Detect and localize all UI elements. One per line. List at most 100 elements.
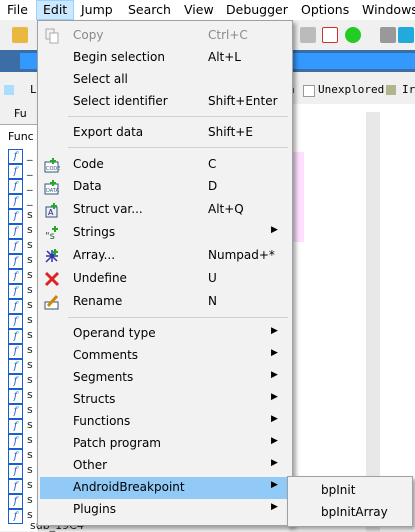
function-row[interactable]: fs [8, 478, 38, 494]
function-name: s [27, 223, 33, 236]
function-row[interactable]: fs [8, 283, 38, 299]
breakpoint-icon[interactable] [322, 27, 338, 43]
rename-icon [44, 294, 60, 310]
function-row[interactable]: f _ [8, 178, 38, 194]
menu-item-select-identifier[interactable]: Select identifier Shift+Enter [40, 91, 290, 113]
submenu-arrow-icon: ▶ [271, 370, 278, 380]
functions-tab[interactable]: Fu [0, 104, 38, 125]
function-name: s [27, 433, 33, 446]
menu-item-label: Patch program [73, 436, 161, 450]
menu-file[interactable]: File [7, 0, 28, 20]
menu-item-plugins[interactable]: Plugins ▶ [40, 499, 290, 521]
menu-item-select-all[interactable]: Select all [40, 69, 290, 91]
function-row[interactable]: fs [8, 268, 38, 284]
function-row[interactable]: f _ [8, 163, 38, 179]
menu-jump[interactable]: Jump [81, 0, 113, 20]
menu-item-label: Select identifier [73, 94, 168, 108]
toolbar-icon[interactable] [300, 27, 316, 43]
menu-item-shortcut: D [208, 179, 218, 193]
menu-item-structs[interactable]: Structs ▶ [40, 389, 290, 411]
functions-header: Func [8, 130, 34, 143]
function-row[interactable]: fs [8, 343, 38, 359]
undefine-icon [44, 271, 60, 287]
menu-item-shortcut: Alt+L [208, 50, 241, 64]
menu-item-operand-type[interactable]: Operand type ▶ [40, 323, 290, 345]
submenu-arrow-icon: ▶ [271, 436, 278, 446]
menu-separator [68, 147, 288, 148]
menu-item-comments[interactable]: Comments ▶ [40, 345, 290, 367]
menu-options[interactable]: Options [301, 0, 349, 20]
function-icon: f [8, 224, 23, 239]
function-row[interactable]: fs [8, 493, 38, 509]
function-row[interactable]: fs [8, 208, 38, 224]
function-icon: f [8, 329, 23, 344]
function-row[interactable]: fs [8, 298, 38, 314]
menu-view[interactable]: View [184, 0, 214, 20]
menu-item-rename[interactable]: Rename N [40, 291, 290, 313]
menu-item-data[interactable]: DATA Data D [40, 176, 290, 198]
submenu-arrow-icon: ▶ [271, 502, 278, 512]
menu-item-strings[interactable]: "s Strings ▶ [40, 222, 290, 244]
function-name: s [27, 238, 33, 251]
legend-swatch [386, 85, 396, 95]
legend-label: Ir [402, 83, 415, 96]
function-row[interactable]: fs [8, 253, 38, 269]
menu-item-label: Segments [73, 370, 134, 384]
function-row[interactable]: fs [8, 463, 38, 479]
scrollbar[interactable] [366, 112, 380, 532]
menu-search[interactable]: Search [128, 0, 171, 20]
function-row[interactable]: fs [8, 433, 38, 449]
menu-item-patch-program[interactable]: Patch program ▶ [40, 433, 290, 455]
function-name: s [27, 463, 33, 476]
function-icon: f [8, 494, 23, 509]
menu-item-export-data[interactable]: Export data Shift+E [40, 122, 290, 144]
menu-item-label: Rename [73, 294, 123, 308]
strings-icon: "s [44, 225, 60, 242]
function-row[interactable]: fs [8, 313, 38, 329]
toolbar-icon[interactable] [398, 27, 414, 43]
function-name: s [27, 253, 33, 266]
function-icon: f [8, 434, 23, 449]
start-process-icon[interactable] [345, 27, 361, 43]
open-file-icon[interactable] [12, 27, 28, 43]
menu-item-code[interactable]: CODE Code C [40, 154, 290, 176]
function-row[interactable]: fs [8, 328, 38, 344]
function-icon: f [8, 284, 23, 299]
function-icon: f [8, 389, 23, 404]
function-icon: f [8, 194, 23, 209]
submenu-arrow-icon: ▶ [271, 348, 278, 358]
function-icon: f [8, 419, 23, 434]
menu-item-segments[interactable]: Segments ▶ [40, 367, 290, 389]
menu-item-other[interactable]: Other ▶ [40, 455, 290, 477]
menu-item-functions[interactable]: Functions ▶ [40, 411, 290, 433]
function-row[interactable]: f _ [8, 148, 38, 164]
function-row[interactable]: f _ [8, 193, 38, 209]
menu-edit[interactable]: Edit [36, 0, 74, 20]
menu-windows[interactable]: Windows [362, 0, 415, 20]
submenu-arrow-icon: ▶ [271, 458, 278, 468]
function-row[interactable]: fs [8, 223, 38, 239]
menu-item-androidbreakpoint[interactable]: AndroidBreakpoint ▶ [40, 477, 290, 499]
menu-item-label: Structs [73, 392, 116, 406]
legend-swatch [303, 85, 315, 97]
menu-item-begin-selection[interactable]: Begin selection Alt+L [40, 47, 290, 69]
function-row[interactable]: fs [8, 418, 38, 434]
menu-item-bpinit[interactable]: bpInit [290, 480, 410, 502]
toolbar-icon[interactable] [380, 27, 396, 43]
menu-item-struct-var[interactable]: A Struct var... Alt+Q [40, 199, 290, 221]
function-icon: f [8, 464, 23, 479]
menu-item-bpinitarray[interactable]: bpInitArray [290, 502, 410, 524]
function-row[interactable]: fs [8, 388, 38, 404]
function-row[interactable]: fs [8, 373, 38, 389]
menu-item-label: Other [73, 458, 108, 472]
function-row[interactable]: fs [8, 448, 38, 464]
menu-debugger[interactable]: Debugger [226, 0, 288, 20]
function-row[interactable]: fs [8, 358, 38, 374]
submenu-arrow-icon: ▶ [271, 392, 278, 402]
menu-item-undefine[interactable]: Undefine U [40, 268, 290, 290]
submenu-arrow-icon: ▶ [271, 225, 278, 235]
function-row[interactable]: fs [8, 238, 38, 254]
function-icon: f [8, 149, 23, 164]
function-row[interactable]: fs [8, 403, 38, 419]
menu-item-array[interactable]: Array... Numpad+* [40, 245, 290, 267]
